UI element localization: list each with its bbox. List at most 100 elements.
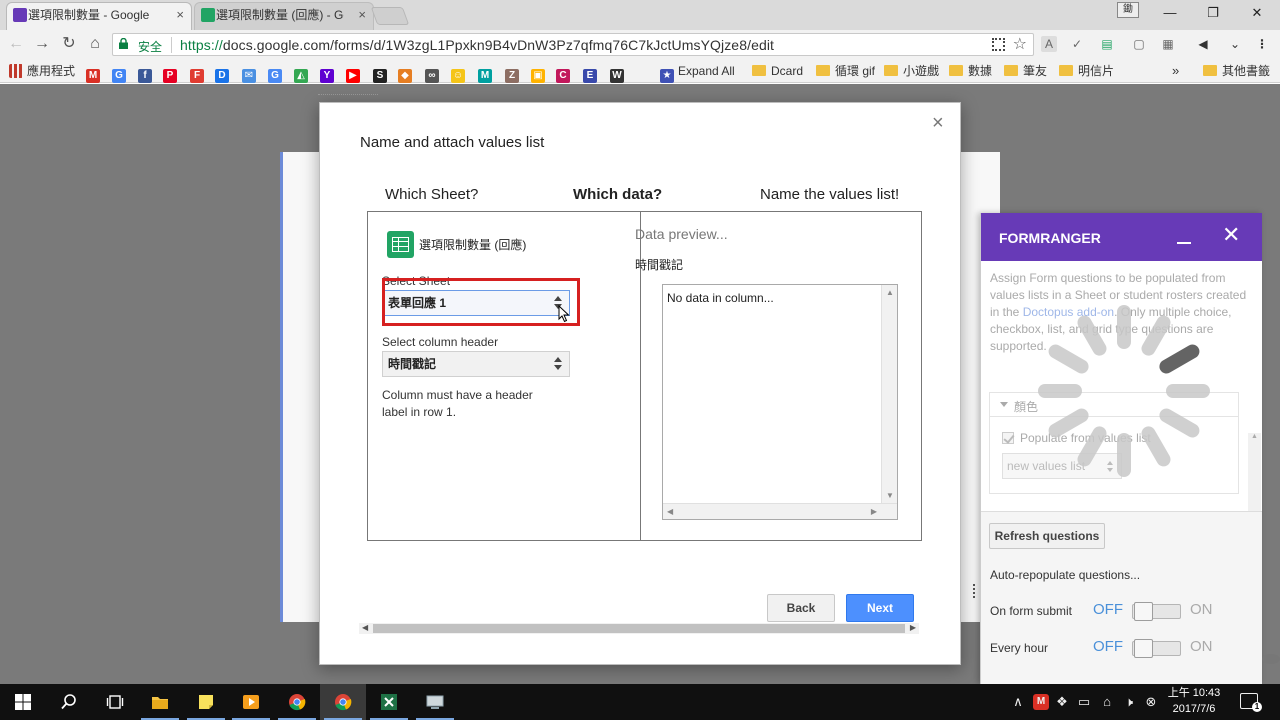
sidebar-minimize-icon[interactable]	[1177, 242, 1191, 244]
bookmark-item[interactable]: ◆	[398, 62, 416, 83]
bookmark-item[interactable]: P	[163, 62, 181, 83]
bookmark-item[interactable]: M	[478, 62, 496, 83]
sheets-extension-icon[interactable]: ▤	[1099, 36, 1115, 52]
bookmark-item[interactable]: ◭	[294, 62, 312, 83]
forward-arrow-icon[interactable]: →	[31, 33, 53, 55]
task-view-button[interactable]	[92, 684, 138, 720]
bookmark-item[interactable]: M	[86, 62, 104, 83]
bookmark-item[interactable]: D	[215, 62, 233, 83]
speaker-extension-icon[interactable]: ◀	[1195, 36, 1211, 52]
address-bar[interactable]: 安全 https://docs.google.com/forms/d/1W3zg…	[112, 33, 1034, 56]
bookmark-folder[interactable]: 明信片	[1059, 62, 1114, 80]
tab-google-sheets[interactable]: 選項限制數量 (回應) - Go ×	[194, 2, 374, 30]
excel-button[interactable]	[366, 684, 412, 720]
bookmark-star-icon[interactable]: ☆	[1013, 34, 1027, 54]
restore-button[interactable]: ❐	[1191, 0, 1235, 26]
grid-extension-icon[interactable]: ▦	[1160, 36, 1176, 52]
data-preview-textarea[interactable]: No data in column... ▲ ▼ ◀ ▶	[662, 284, 898, 520]
tab-google-forms[interactable]: 選項限制數量 - Google ×	[6, 2, 192, 30]
profile-button[interactable]: 鋤	[1117, 2, 1139, 18]
bookmark-folder[interactable]: 筆友	[1004, 62, 1047, 80]
tray-expand-icon[interactable]: ∧	[1010, 694, 1026, 710]
bookmark-folder[interactable]: 小遊戲	[884, 62, 939, 80]
tab-close-icon[interactable]: ×	[176, 2, 184, 28]
bookmark-item[interactable]: f	[138, 62, 156, 83]
media-player-button[interactable]	[228, 684, 274, 720]
network-app-button[interactable]	[412, 684, 458, 720]
search-button[interactable]	[46, 684, 92, 720]
values-list-dropdown[interactable]: new values list	[1002, 453, 1122, 479]
back-arrow-icon[interactable]: ←	[5, 33, 27, 55]
bookmark-item[interactable]: W	[610, 62, 628, 83]
dialog-horizontal-scrollbar[interactable]: ◀ ▶	[359, 623, 919, 634]
system-clock[interactable]: 上午 10:43 2017/7/6	[1158, 685, 1230, 717]
bookmark-item[interactable]: S	[373, 62, 391, 83]
bookmark-folder[interactable]: 數據	[949, 62, 992, 80]
disabled-tray-icon[interactable]: ⊗	[1143, 694, 1159, 710]
dropbox-tray-icon[interactable]: ❖	[1054, 694, 1070, 710]
bookmark-apps[interactable]: 應用程式	[9, 62, 75, 80]
bookmark-item[interactable]: ∞	[425, 62, 443, 83]
chrome-active-button[interactable]	[320, 684, 366, 720]
preview-horizontal-scrollbar[interactable]: ◀ ▶	[663, 503, 897, 519]
bookmark-item[interactable]: C	[556, 62, 574, 83]
volume-tray-icon[interactable]: 🕨	[1121, 694, 1137, 710]
network-tray-icon[interactable]: ⌂	[1099, 694, 1115, 710]
extension-icon[interactable]: A	[1041, 36, 1057, 52]
bookmark-folder[interactable]: Dcard	[752, 62, 803, 80]
bookmark-item[interactable]: Y	[320, 62, 338, 83]
task-view-icon	[106, 695, 124, 709]
bookmark-item[interactable]: ★ Expand All	[660, 62, 735, 83]
pocket-extension-icon[interactable]: ⌄	[1227, 36, 1243, 52]
google-sheets-icon	[387, 231, 414, 258]
home-icon[interactable]: ⌂	[84, 33, 106, 55]
bookmark-item[interactable]: F	[190, 62, 208, 83]
menu-kebab-icon[interactable]: ⋮	[1254, 36, 1270, 52]
bookmark-label: 數據	[968, 64, 993, 78]
check-extension-icon[interactable]: ✓	[1069, 36, 1085, 52]
question-section: 顏色 Populate from values list new values …	[989, 392, 1239, 494]
new-tab-button[interactable]	[370, 7, 410, 25]
toggle-knob[interactable]	[1134, 602, 1153, 621]
toggle-knob[interactable]	[1134, 639, 1153, 658]
populate-checkbox[interactable]	[1002, 432, 1014, 444]
url-text[interactable]: https://docs.google.com/forms/d/1W3zgL1P…	[180, 37, 774, 53]
other-bookmarks-folder[interactable]: 其他書籤	[1203, 62, 1270, 80]
bookmark-item[interactable]: ✉	[242, 62, 260, 83]
page-extension-icon[interactable]: ▢	[1131, 36, 1147, 52]
question-section-header[interactable]: 顏色	[990, 393, 1238, 417]
reload-icon[interactable]: ↻	[58, 33, 80, 55]
bookmark-item[interactable]: ▶	[346, 62, 364, 83]
select-sheet-dropdown[interactable]: 表單回應 1	[382, 290, 570, 316]
qr-code-icon[interactable]	[992, 38, 1005, 51]
minimize-button[interactable]: —	[1148, 0, 1192, 26]
back-button[interactable]: Back	[767, 594, 835, 622]
tab-close-icon[interactable]: ×	[358, 2, 366, 28]
start-button[interactable]	[0, 684, 46, 720]
bookmark-item[interactable]: G	[268, 62, 286, 83]
doctopus-link[interactable]: Doctopus add-on	[1023, 305, 1114, 319]
refresh-questions-button[interactable]: Refresh questions	[989, 523, 1105, 549]
step-which-sheet: Which Sheet?	[385, 186, 479, 203]
site-favicon-icon: S	[373, 69, 387, 83]
sticky-notes-button[interactable]	[183, 684, 229, 720]
close-window-button[interactable]: ✕	[1235, 0, 1279, 26]
bookmark-item[interactable]: E	[583, 62, 601, 83]
bookmark-item[interactable]: ▣	[531, 62, 549, 83]
dialog-close-icon[interactable]: ×	[932, 113, 944, 133]
file-explorer-button[interactable]	[137, 684, 183, 720]
site-favicon-icon: M	[86, 69, 100, 83]
bookmark-folder[interactable]: 循環 gif	[816, 62, 875, 80]
next-button[interactable]: Next	[846, 594, 914, 622]
bookmark-item[interactable]: Z	[505, 62, 523, 83]
select-column-dropdown[interactable]: 時間戳記	[382, 351, 570, 377]
gmail-tray-icon[interactable]: M	[1033, 694, 1049, 710]
bookmarks-overflow-button[interactable]: »	[1172, 62, 1179, 80]
sidebar-close-icon[interactable]: ✕	[1222, 224, 1240, 246]
chrome-button[interactable]	[274, 684, 320, 720]
battery-tray-icon[interactable]: ▭	[1076, 694, 1092, 710]
bookmark-item[interactable]: G	[112, 62, 130, 83]
preview-vertical-scrollbar[interactable]: ▲ ▼	[881, 285, 897, 503]
toggle-label: On form submit	[990, 604, 1073, 618]
bookmark-item[interactable]: ☺	[451, 62, 469, 83]
